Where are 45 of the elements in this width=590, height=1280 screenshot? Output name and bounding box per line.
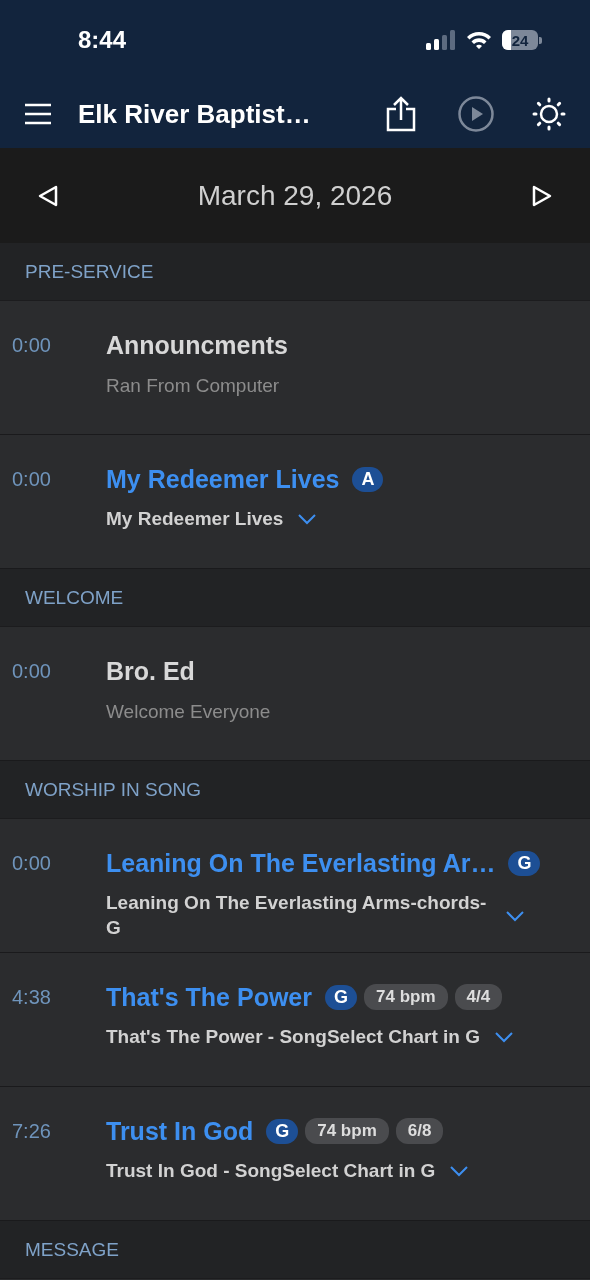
song-title[interactable]: That's The Power — [106, 982, 312, 1012]
song-title[interactable]: Leaning On The Everlasting Ar… — [106, 848, 496, 878]
key-badge: G — [325, 984, 357, 1010]
item-length: 7:26 — [12, 1119, 52, 1144]
item-length: 0:00 — [12, 851, 52, 876]
song-title[interactable]: My Redeemer Lives — [106, 464, 340, 494]
arrangement-selector[interactable]: That's The Power - SongSelect Chart in G — [106, 1025, 481, 1050]
chevron-down-icon[interactable] — [297, 513, 318, 526]
section-title: WELCOME — [25, 586, 124, 609]
section-title: MESSAGE — [25, 1238, 119, 1261]
tempo-tag: 74 bpm — [305, 1118, 389, 1144]
chevron-down-icon[interactable] — [494, 1031, 515, 1044]
section-title: PRE-SERVICE — [25, 260, 154, 283]
chevron-down-icon[interactable] — [505, 909, 525, 922]
menu-icon[interactable] — [24, 102, 52, 126]
song-title[interactable]: Trust In God — [106, 1116, 254, 1146]
plan-title: Elk River Baptist… — [78, 98, 312, 130]
tempo-tag: 74 bpm — [364, 984, 448, 1010]
item-title: Bro. Ed — [106, 656, 195, 686]
item-length: 4:38 — [12, 985, 52, 1010]
item-description: Welcome Everyone — [106, 701, 271, 723]
brightness-icon[interactable] — [532, 97, 566, 131]
section-title: WORSHIP IN SONG — [25, 778, 201, 801]
meter-tag: 6/8 — [395, 1118, 444, 1144]
arrangement-selector[interactable]: Trust In God - SongSelect Chart in G — [106, 1159, 436, 1184]
wifi-icon — [466, 30, 492, 50]
key-badge: G — [266, 1118, 299, 1144]
service-date: March 29, 2026 — [197, 179, 393, 212]
signal-icon — [426, 30, 456, 50]
chevron-down-icon[interactable] — [449, 1165, 470, 1178]
key-badge: A — [352, 466, 384, 492]
share-icon[interactable] — [386, 96, 416, 132]
previous-date-icon[interactable] — [38, 184, 58, 207]
item-title: Announcments — [106, 330, 288, 360]
next-date-icon[interactable] — [532, 184, 552, 207]
arrangement-selector[interactable]: My Redeemer Lives — [106, 507, 284, 532]
play-icon[interactable] — [458, 96, 494, 132]
clock-time: 8:44 — [78, 26, 127, 54]
arrangement-selector[interactable]: Leaning On The Everlasting Arms-chords-G — [106, 891, 491, 941]
item-length: 0:00 — [12, 467, 52, 492]
item-length: 0:00 — [12, 333, 52, 358]
item-length: 0:00 — [12, 659, 52, 684]
key-badge: G — [508, 850, 541, 876]
meter-tag: 4/4 — [454, 984, 503, 1010]
item-description: Ran From Computer — [106, 375, 280, 397]
